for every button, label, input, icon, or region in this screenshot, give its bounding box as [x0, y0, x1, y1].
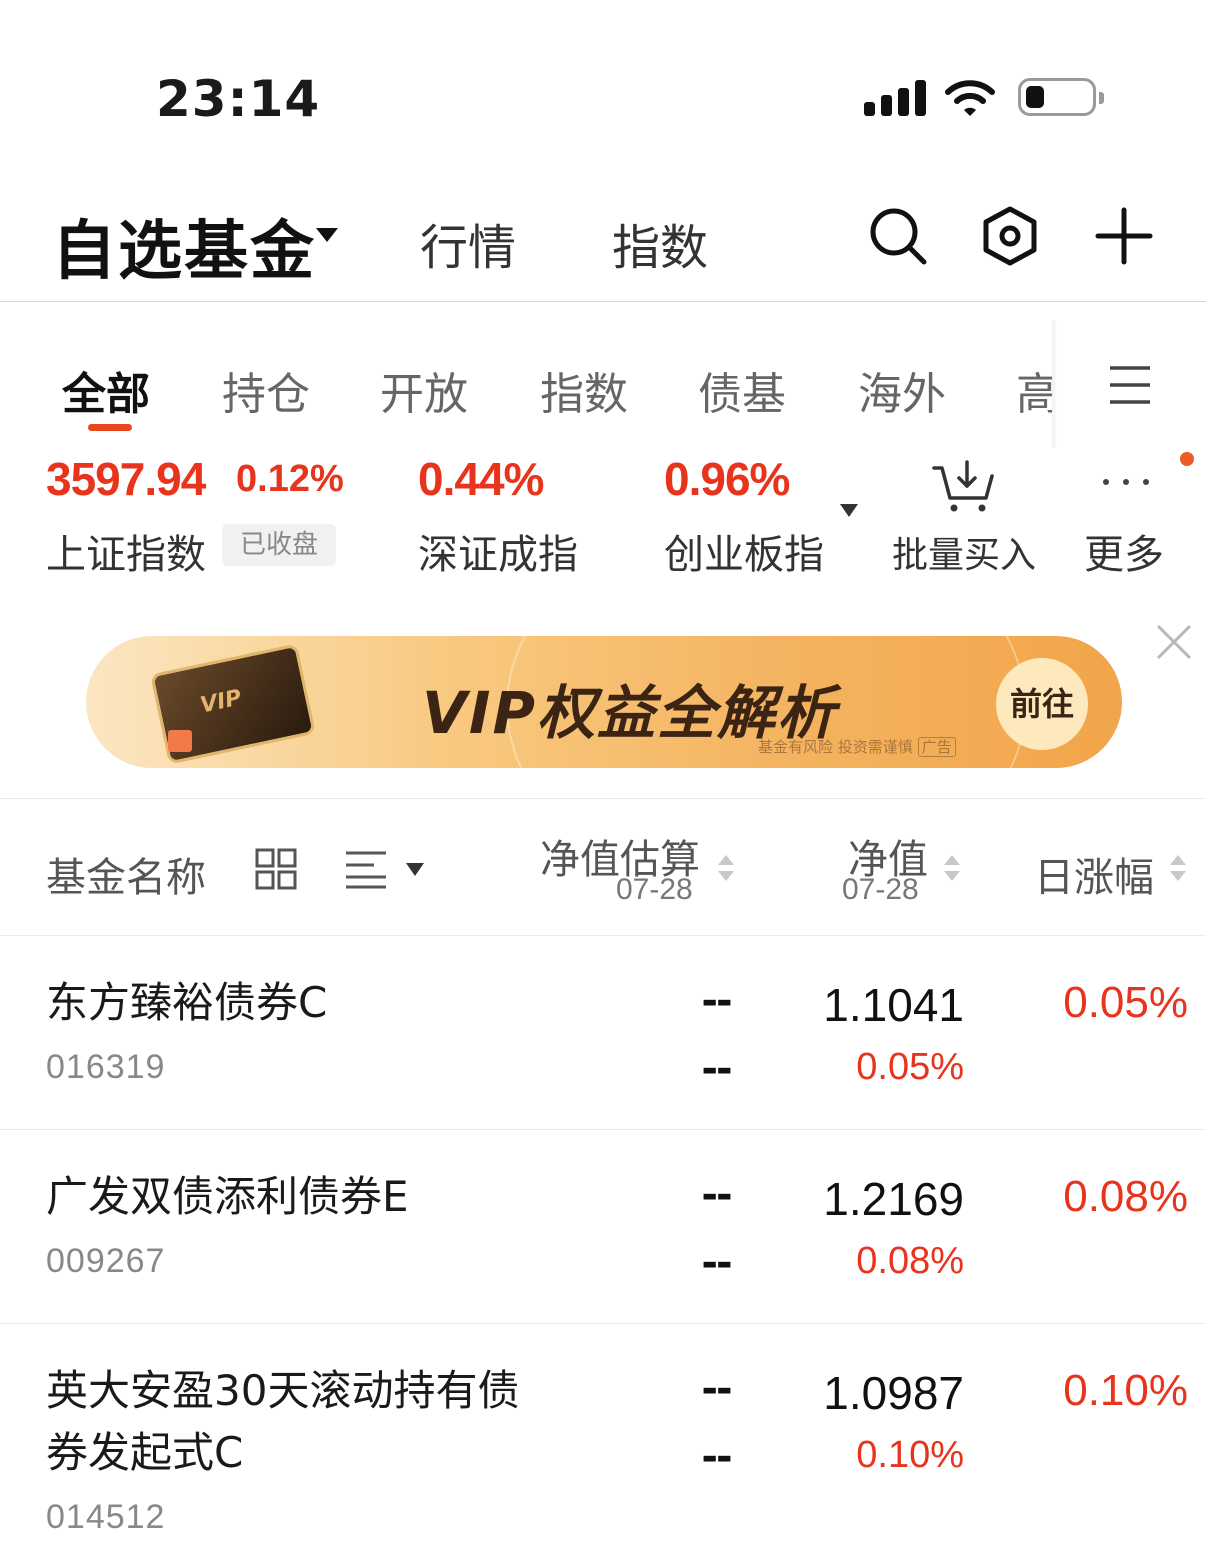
cat-index[interactable]: 指数	[540, 358, 628, 422]
signal-icon	[864, 80, 926, 116]
ad-label: 广告	[917, 737, 956, 757]
fund-list-header: 基金名称 净值估算 07-28 净值 07-28 日涨幅	[0, 798, 1206, 936]
batch-buy-label[interactable]: 批量买入	[892, 526, 1036, 578]
page-title[interactable]: 自选基金	[52, 200, 316, 292]
fund-code: 016319	[46, 1048, 166, 1086]
cyb-index-change[interactable]: 0.96%	[664, 452, 790, 506]
fund-name: 英大安盈30天滚动持有债券发起式C	[46, 1366, 520, 1477]
sh-index-change[interactable]: 0.12%	[236, 458, 344, 501]
more-label[interactable]: 更多	[1084, 522, 1164, 580]
status-time: 23:14	[156, 70, 321, 128]
sort-estimate-icon[interactable]	[718, 855, 734, 883]
cat-all[interactable]: 全部	[62, 358, 150, 422]
fund-day-change: 0.05%	[1063, 978, 1188, 1027]
cat-high[interactable]: 高	[1016, 358, 1052, 422]
fund-nav: 1.0987	[823, 1367, 964, 1419]
fund-nav: 1.1041	[823, 979, 964, 1031]
fund-estimate: --	[701, 978, 732, 1024]
fund-estimate-change: --	[701, 1240, 732, 1286]
fund-estimate: --	[701, 1366, 732, 1412]
close-icon[interactable]	[1154, 622, 1194, 662]
fund-row[interactable]: 英大安盈30天滚动持有债券发起式C 014512 -- -- 1.0987 0.…	[0, 1324, 1206, 1561]
sh-index-name[interactable]: 上证指数	[46, 522, 206, 580]
cat-open[interactable]: 开放	[380, 358, 468, 422]
fund-code: 014512	[46, 1498, 166, 1536]
top-header: 自选基金 行情 指数	[0, 190, 1206, 302]
plus-icon[interactable]	[1092, 204, 1156, 268]
cart-download-icon[interactable]	[930, 458, 996, 514]
col-nav-date: 07-28	[842, 873, 919, 906]
fund-name: 东方臻裕债券C	[46, 978, 328, 1027]
sz-index-name[interactable]: 深证成指	[418, 522, 578, 580]
cat-bond[interactable]: 债基	[698, 358, 786, 422]
banner-disclaimer: 基金有风险 投资需谨慎 广告	[758, 736, 956, 757]
fund-nav-change: 0.10%	[856, 1434, 964, 1476]
sh-index-value[interactable]: 3597.94	[46, 452, 206, 506]
gift-icon	[168, 730, 192, 752]
title-dropdown-icon[interactable]	[316, 228, 338, 242]
fund-estimate: --	[701, 1172, 732, 1218]
list-mode-dropdown-icon[interactable]	[406, 863, 424, 876]
col-day-change[interactable]: 日涨幅	[1034, 845, 1154, 903]
grid-view-icon[interactable]	[254, 847, 298, 891]
list-sort-icon[interactable]	[344, 847, 388, 891]
sort-nav-icon[interactable]	[944, 855, 960, 883]
market-closed-badge: 已收盘	[222, 524, 336, 566]
fund-nav-change: 0.05%	[856, 1046, 964, 1088]
notification-dot	[1180, 452, 1194, 466]
cat-holdings[interactable]: 持仓	[222, 358, 310, 422]
fund-row[interactable]: 东方臻裕债券C 016319 -- -- 1.1041 0.05% 0.05%	[0, 936, 1206, 1130]
more-icon[interactable]	[1100, 476, 1152, 488]
cyb-index-name[interactable]: 创业板指	[664, 522, 824, 580]
sz-index-change[interactable]: 0.44%	[418, 452, 544, 506]
fund-name: 广发双债添利债券E	[46, 1172, 409, 1221]
fund-nav: 1.2169	[823, 1173, 964, 1225]
tab-market[interactable]: 行情	[420, 208, 516, 278]
fund-row[interactable]: 广发双债添利债券E 009267 -- -- 1.2169 0.08% 0.08…	[0, 1130, 1206, 1324]
menu-icon[interactable]	[1106, 364, 1154, 406]
status-bar: 23:14	[0, 0, 1206, 190]
col-fund-name: 基金名称	[46, 855, 206, 901]
col-estimate-date: 07-28	[616, 873, 693, 906]
fund-day-change: 0.08%	[1063, 1172, 1188, 1221]
search-icon[interactable]	[866, 204, 930, 268]
tabs-fade-edge	[1052, 320, 1058, 448]
index-bar: 3597.94 0.12% 上证指数 已收盘 0.44% 深证成指 0.96% …	[0, 440, 1206, 590]
cat-overseas[interactable]: 海外	[858, 358, 946, 422]
settings-hexagon-icon[interactable]	[978, 204, 1042, 268]
battery-icon	[1018, 78, 1104, 116]
fund-nav-change: 0.08%	[856, 1240, 964, 1282]
banner-go-button[interactable]: 前往	[996, 658, 1088, 750]
sort-day-change-icon[interactable]	[1170, 855, 1186, 883]
active-tab-indicator	[88, 424, 132, 431]
fund-estimate-change: --	[701, 1434, 732, 1480]
fund-day-change: 0.10%	[1063, 1366, 1188, 1415]
category-tabs: 全部 持仓 开放 指数 债基 海外 高	[0, 320, 1206, 448]
vip-banner[interactable]: VIP VIP权益全解析 基金有风险 投资需谨慎 广告 前往	[86, 636, 1122, 768]
fund-code: 009267	[46, 1242, 166, 1280]
index-dropdown-icon[interactable]	[840, 504, 858, 517]
wifi-icon	[945, 80, 995, 116]
tab-index[interactable]: 指数	[612, 208, 708, 278]
fund-estimate-change: --	[701, 1046, 732, 1092]
